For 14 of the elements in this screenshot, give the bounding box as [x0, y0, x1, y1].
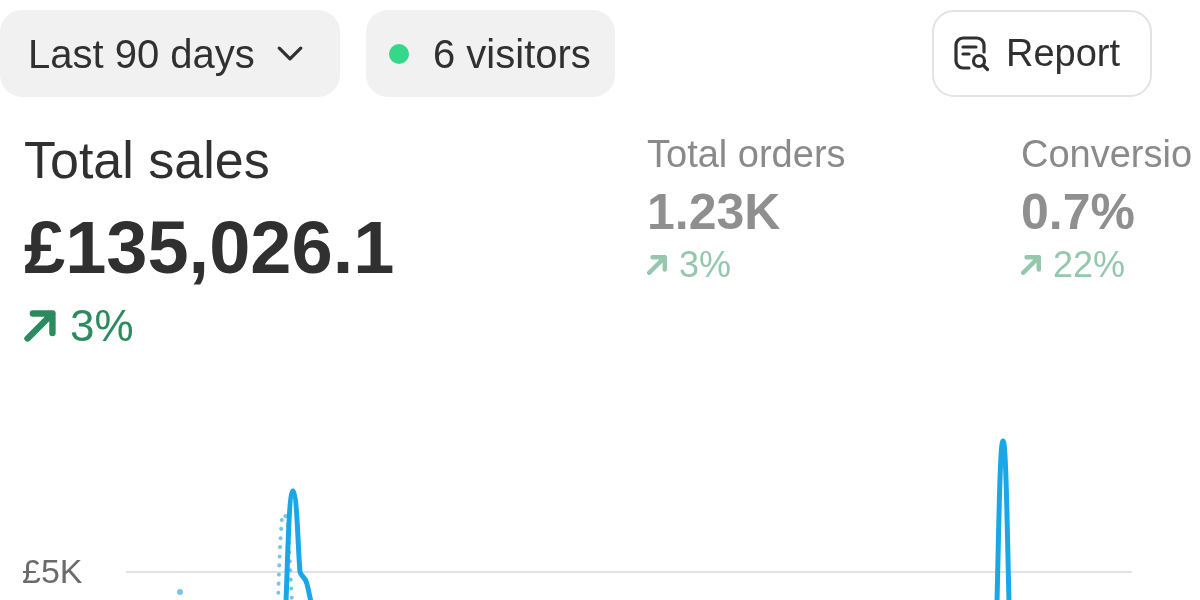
y-axis-tick-label: £5K	[22, 554, 83, 588]
metric-change: 22%	[1053, 247, 1126, 283]
metric-value: £135,026.1	[24, 211, 395, 285]
comparison-data-point	[177, 589, 183, 595]
metric-label[interactable]: Total sales	[24, 134, 270, 186]
metric-change: 3%	[70, 304, 134, 348]
metric-value: 1.23K	[647, 187, 781, 237]
chevron-down-icon	[276, 46, 303, 61]
metric-change: 3%	[679, 247, 732, 283]
report-search-icon	[954, 35, 990, 72]
metric-value: 0.7%	[1021, 187, 1135, 237]
report-button[interactable]: Report	[932, 10, 1152, 97]
date-range-dropdown[interactable]: Last 90 days	[0, 10, 340, 97]
visitors-count: 6 visitors	[433, 30, 591, 78]
